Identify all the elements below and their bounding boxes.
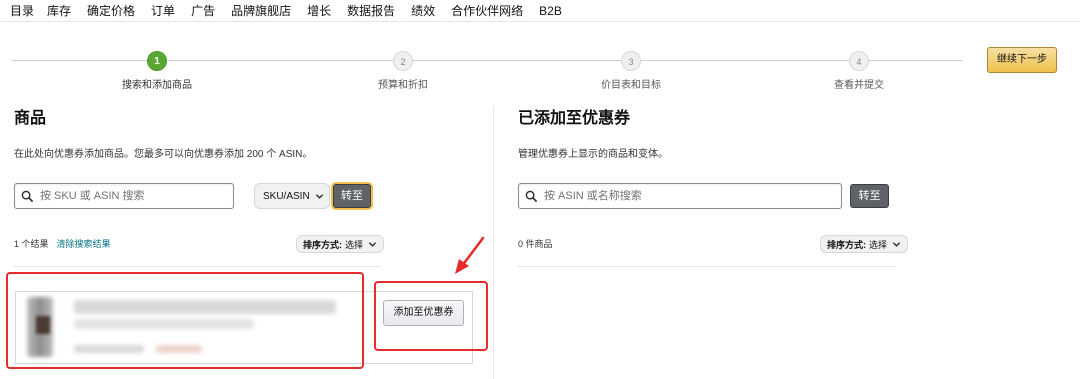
step-label: 搜索和添加商品 [122, 80, 192, 91]
clear-results-link[interactable]: 清除搜索结果 [57, 239, 111, 249]
products-description: 在此处向优惠券添加商品。您最多可以向优惠券添加 200 个 ASIN。 [14, 149, 313, 160]
search-icon [21, 190, 34, 202]
annotation-button-box [374, 281, 488, 351]
sort-label: 排序方式: [303, 239, 342, 250]
sort-label: 排序方式: [827, 239, 866, 250]
added-divider [518, 266, 896, 267]
nav-item-reports[interactable]: 数据报告 [347, 2, 395, 19]
nav-item-inventory[interactable]: 库存 [47, 2, 71, 19]
step-3: 3 价目表和目标 [571, 51, 691, 91]
sku-search-input[interactable] [40, 190, 233, 202]
nav-item-catalog[interactable]: 目录 [10, 2, 34, 19]
nav-item-performance[interactable]: 绩效 [411, 2, 435, 19]
results-count: 1 个结果 [14, 239, 49, 249]
step-1: 1 搜索和添加商品 [97, 51, 217, 91]
nav-item-advertising[interactable]: 广告 [191, 2, 215, 19]
chevron-down-icon [315, 193, 323, 199]
step-label: 查看并提交 [834, 80, 884, 91]
search-type-select[interactable]: SKU/ASIN [254, 183, 330, 209]
nav-item-partner-network[interactable]: 合作伙伴网络 [451, 2, 523, 19]
sort-value: 选择 [869, 239, 888, 250]
added-description: 管理优惠券上显示的商品和变体。 [518, 149, 668, 160]
step-2: 2 预算和折扣 [343, 51, 463, 91]
sort-value: 选择 [345, 239, 364, 250]
continue-button[interactable]: 继续下一步 [987, 47, 1057, 73]
step-number: 1 [147, 51, 167, 71]
panel-divider [493, 106, 494, 379]
nav-item-b2b[interactable]: B2B [539, 4, 562, 18]
step-4: 4 查看并提交 [799, 51, 919, 91]
added-title: 已添加至优惠券 [518, 110, 631, 127]
nav-item-growth[interactable]: 增长 [307, 2, 331, 19]
nav-item-orders[interactable]: 订单 [151, 2, 175, 19]
nav-item-pricing[interactable]: 确定价格 [87, 2, 135, 19]
search-type-value: SKU/ASIN [263, 190, 310, 202]
added-count: 0 件商品 [518, 239, 553, 249]
asin-search-field[interactable] [518, 183, 842, 209]
step-number: 4 [849, 51, 869, 71]
sku-search-field[interactable] [14, 183, 234, 209]
go-button[interactable]: 转至 [333, 184, 371, 208]
search-icon [525, 190, 538, 202]
annotation-arrow-icon [455, 236, 485, 274]
progress-stepper: 1 搜索和添加商品 2 预算和折扣 3 价目表和目标 4 查看并提交 [0, 40, 1080, 91]
chevron-down-icon [368, 241, 377, 247]
results-summary: 1 个结果 清除搜索结果 [14, 237, 111, 250]
chevron-down-icon [892, 241, 901, 247]
top-nav: 目录 库存 确定价格 订单 广告 品牌旗舰店 增长 数据报告 绩效 合作伙伴网络… [0, 0, 1080, 22]
step-number: 2 [393, 51, 413, 71]
sort-select[interactable]: 排序方式: 选择 [820, 235, 909, 253]
go-button[interactable]: 转至 [850, 184, 889, 208]
annotation-product-box [6, 272, 364, 369]
nav-item-stores[interactable]: 品牌旗舰店 [231, 2, 291, 19]
asin-search-input[interactable] [544, 190, 841, 202]
products-title: 商品 [14, 110, 47, 127]
sort-select[interactable]: 排序方式: 选择 [296, 235, 385, 253]
step-label: 价目表和目标 [601, 80, 661, 91]
results-divider [14, 266, 380, 267]
step-label: 预算和折扣 [378, 80, 428, 91]
step-number: 3 [621, 51, 641, 71]
